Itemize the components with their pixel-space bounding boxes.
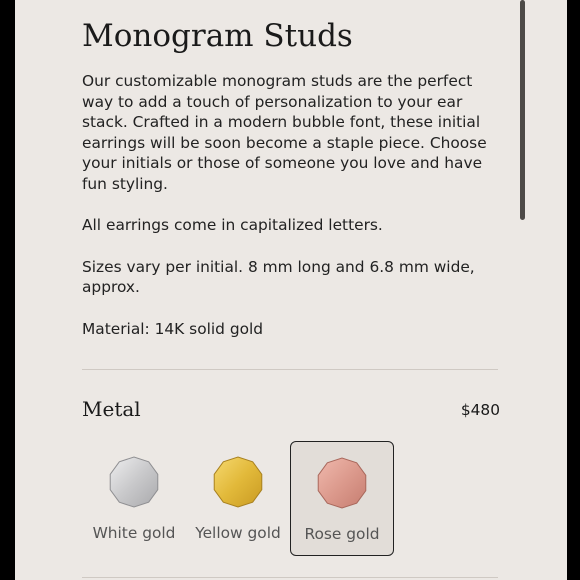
metal-option-white-gold[interactable]: White gold: [82, 441, 186, 556]
metal-label: Metal: [82, 397, 141, 421]
product-description: Our customizable monogram studs are the …: [82, 71, 507, 360]
product-title: Monogram Studs: [82, 18, 353, 54]
scrollbar[interactable]: [520, 0, 525, 220]
screenshot-frame: Monogram Studs Our customizable monogram…: [0, 0, 580, 580]
white-gold-swatch-icon: [109, 456, 159, 508]
description-paragraph: Our customizable monogram studs are the …: [82, 72, 487, 193]
yellow-gold-swatch-icon: [213, 456, 263, 508]
description-paragraph: Sizes vary per initial. 8 mm long and 6.…: [82, 257, 475, 297]
metal-option-label: Rose gold: [304, 525, 380, 543]
description-paragraph: Material: 14K solid gold: [82, 319, 264, 338]
metal-option-yellow-gold[interactable]: Yellow gold: [186, 441, 290, 556]
price: $480: [460, 401, 500, 419]
section-divider: [82, 369, 498, 370]
description-paragraph: All earrings come in capitalized letters…: [82, 216, 383, 234]
section-divider: [82, 577, 498, 578]
rose-gold-swatch-icon: [317, 457, 367, 509]
metal-option-rose-gold[interactable]: Rose gold: [290, 441, 394, 556]
